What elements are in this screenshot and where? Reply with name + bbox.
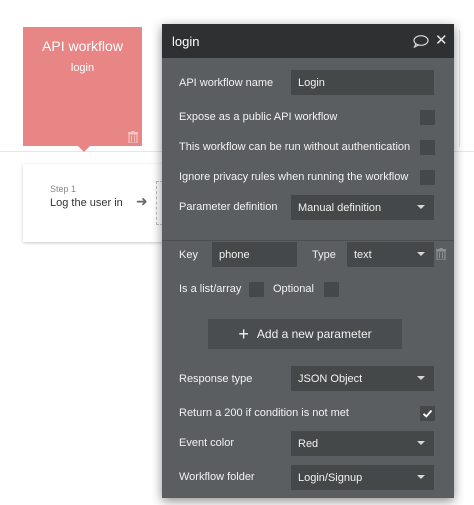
panel-header[interactable]: login ✕ — [162, 24, 454, 58]
event-card-notch — [78, 146, 90, 152]
arrow-right-icon: ➜ — [136, 193, 148, 209]
optional-checkbox[interactable] — [324, 282, 339, 297]
run-without-auth-label: This workflow can be run without authent… — [179, 141, 411, 153]
add-parameter-button[interactable]: + Add a new parameter — [208, 319, 402, 349]
section-divider — [162, 240, 454, 241]
return-200-label: Return a 200 if condition is not met — [179, 407, 349, 419]
param-definition-value: Manual definition — [298, 201, 382, 214]
chevron-down-icon — [417, 205, 425, 209]
property-editor: login ✕ API workflow name Login Expose a… — [162, 24, 454, 498]
is-list-checkbox[interactable] — [249, 282, 264, 297]
ignore-privacy-label: Ignore privacy rules when running the wo… — [179, 171, 409, 183]
trash-icon[interactable] — [436, 248, 446, 261]
param-key-label: Key — [179, 249, 198, 261]
expose-public-label: Expose as a public API workflow — [179, 111, 338, 123]
return-200-checkbox[interactable] — [420, 406, 435, 421]
param-type-dropdown[interactable]: text — [347, 242, 434, 267]
step-number: Step 1 — [50, 184, 77, 194]
response-type-dropdown[interactable]: JSON Object — [291, 366, 434, 391]
add-parameter-label: Add a new parameter — [256, 327, 372, 341]
comment-icon[interactable] — [413, 35, 429, 49]
response-type-value: JSON Object — [298, 372, 363, 385]
optional-label: Optional — [273, 283, 314, 295]
param-type-label: Type — [312, 249, 336, 261]
param-definition-label: Parameter definition — [179, 201, 278, 213]
param-key-input[interactable]: phone — [212, 242, 297, 267]
event-color-value: Red — [298, 437, 319, 450]
step-action-label: Log the user in — [50, 197, 123, 209]
response-type-label: Response type — [179, 373, 253, 385]
workflow-name-label: API workflow name — [179, 77, 274, 89]
event-color-label: Event color — [179, 437, 235, 449]
chevron-down-icon — [417, 376, 425, 380]
is-list-label: Is a list/array — [179, 283, 242, 295]
panel-title: login — [172, 34, 200, 49]
checkmark-icon — [422, 409, 433, 418]
param-type-value: text — [354, 248, 372, 261]
chevron-down-icon — [417, 252, 425, 256]
step-card[interactable]: Step 1 Log the user in ➜ — [23, 164, 173, 242]
workflow-folder-value: Login/Signup — [298, 471, 363, 484]
chevron-down-icon — [417, 441, 425, 445]
close-icon[interactable]: ✕ — [435, 33, 448, 48]
ignore-privacy-checkbox[interactable] — [420, 170, 435, 185]
canvas-edge-line — [459, 30, 460, 147]
plus-icon: + — [238, 324, 249, 344]
expose-public-checkbox[interactable] — [420, 110, 435, 125]
event-card[interactable]: API workflow login — [23, 27, 142, 146]
workflow-folder-label: Workflow folder — [179, 471, 255, 483]
param-definition-dropdown[interactable]: Manual definition — [291, 195, 434, 220]
chevron-down-icon — [417, 475, 425, 479]
workflow-name-input[interactable]: Login — [291, 70, 434, 95]
event-color-dropdown[interactable]: Red — [291, 431, 434, 456]
event-type-label: API workflow — [42, 38, 123, 54]
run-without-auth-checkbox[interactable] — [420, 140, 435, 155]
workflow-folder-dropdown[interactable]: Login/Signup — [291, 465, 434, 490]
trash-icon[interactable] — [128, 130, 138, 144]
event-name-label: login — [70, 62, 95, 74]
